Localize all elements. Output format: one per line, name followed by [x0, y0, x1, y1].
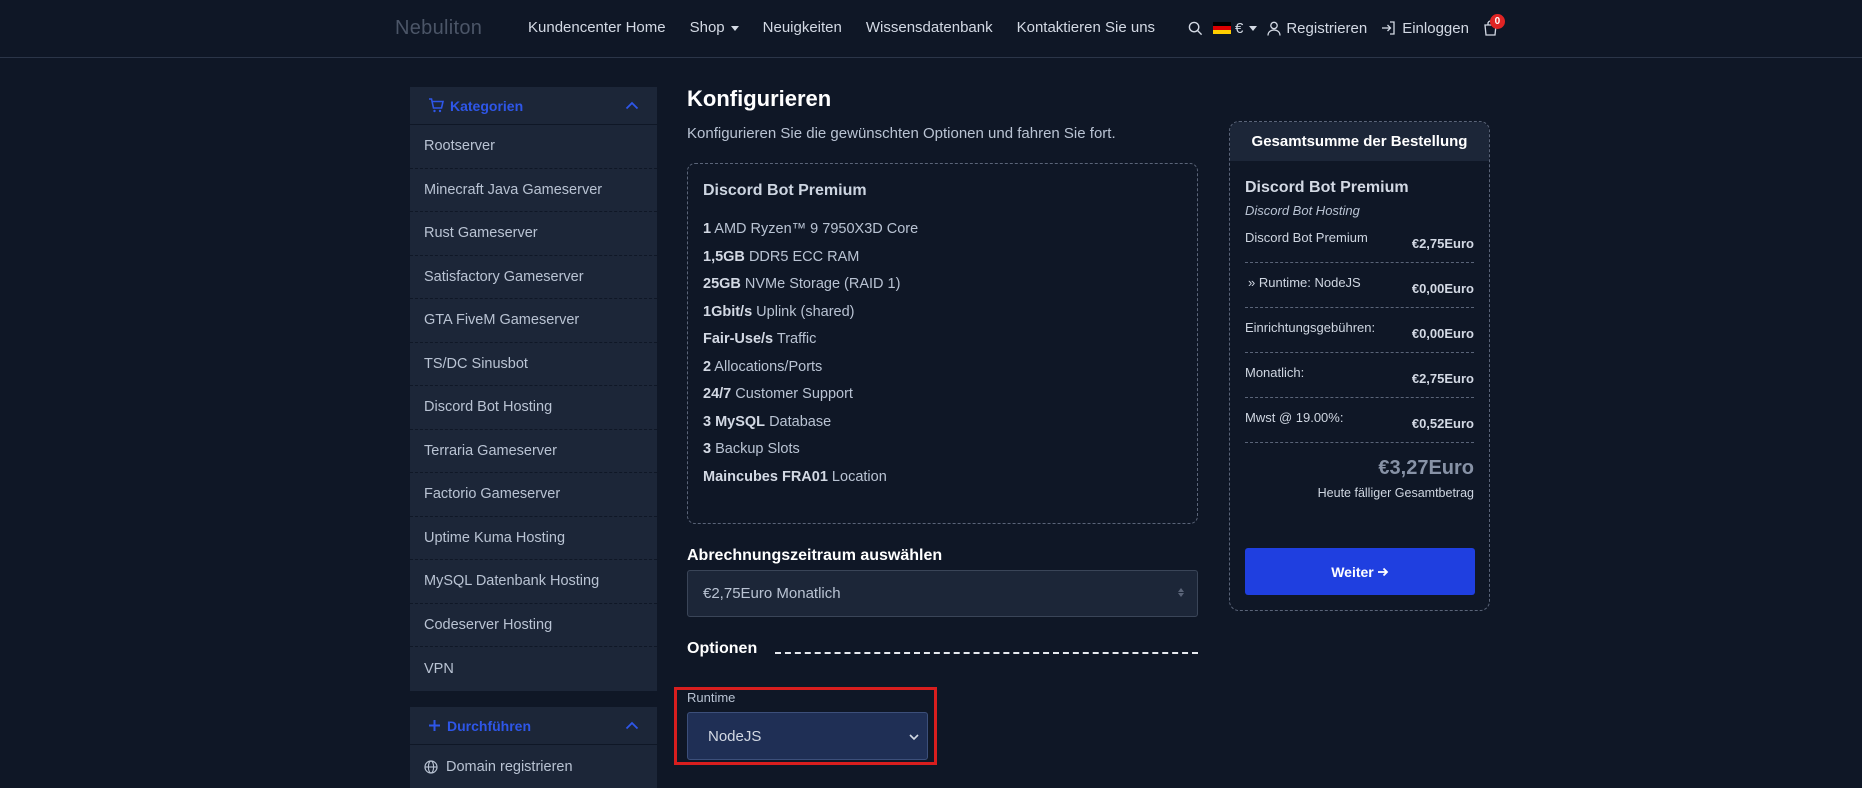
continue-button[interactable]: Weiter	[1245, 548, 1475, 595]
actions-panel-header[interactable]: Durchführen	[410, 707, 657, 745]
flag-de-icon	[1213, 22, 1231, 34]
total-caption: Heute fälliger Gesamtbetrag	[1317, 486, 1474, 500]
page-subtitle: Konfigurieren Sie die gewünschten Option…	[687, 125, 1116, 142]
feature-item: Fair-Use/s Traffic	[703, 331, 817, 347]
nav-links: Kundencenter Home Shop Neuigkeiten Wisse…	[528, 19, 1179, 36]
nav-link-knowledgebase[interactable]: Wissensdatenbank	[866, 19, 993, 36]
sidebar-item-satisfactory[interactable]: Satisfactory Gameserver	[410, 256, 657, 299]
chevron-down-icon	[730, 25, 739, 31]
summary-rows: Discord Bot Premium €2,75Euro » Runtime: …	[1230, 218, 1489, 443]
categories-list: Rootserver Minecraft Java Gameserver Rus…	[410, 125, 657, 691]
sidebar-item-fivem[interactable]: GTA FiveM Gameserver	[410, 299, 657, 343]
feature-item: 1Gbit/s Uplink (shared)	[703, 303, 855, 320]
order-summary-title: Gesamtsumme der Bestellung	[1230, 122, 1489, 161]
plus-icon	[429, 720, 440, 731]
sidebar-item-discord-bot[interactable]: Discord Bot Hosting	[410, 386, 657, 430]
nav-link-shop[interactable]: Shop	[690, 19, 739, 36]
cart-icon	[429, 98, 444, 113]
sidebar-item-rootserver[interactable]: Rootserver	[410, 125, 657, 169]
summary-row: » Runtime: NodeJS €0,00Euro	[1245, 263, 1474, 308]
cart-count-badge: 0	[1489, 14, 1505, 29]
summary-total: €3,27Euro Heute fälliger Gesamtbetrag	[1230, 443, 1489, 500]
register-label: Registrieren	[1286, 19, 1368, 37]
summary-row: Monatlich: €2,75Euro	[1245, 353, 1474, 398]
arrow-right-icon	[1377, 567, 1389, 576]
product-name: Discord Bot Premium	[703, 182, 867, 199]
sidebar-item-vpn[interactable]: VPN	[410, 647, 657, 691]
login-label: Einloggen	[1402, 19, 1469, 37]
sidebar-item-terraria[interactable]: Terraria Gameserver	[410, 430, 657, 473]
categories-title: Kategorien	[450, 97, 524, 114]
sidebar-item-uptime-kuma[interactable]: Uptime Kuma Hosting	[410, 517, 657, 560]
categories-panel: Kategorien Rootserver Minecraft Java Gam…	[410, 87, 657, 691]
billing-cycle-value: €2,75Euro Monatlich	[703, 585, 841, 602]
feature-item: 1 AMD Ryzen™ 9 7950X3D Core	[703, 221, 919, 237]
sidebar-item-sinusbot[interactable]: TS/DC Sinusbot	[410, 343, 657, 386]
feature-item: 25GB NVMe Storage (RAID 1)	[703, 276, 901, 292]
total-amount: €3,27Euro	[1378, 457, 1474, 479]
order-summary: Gesamtsumme der Bestellung Discord Bot P…	[1229, 121, 1490, 611]
sidebar-item-register-domain[interactable]: Domain registrieren	[410, 745, 657, 788]
summary-product-name: Discord Bot Premium	[1245, 179, 1409, 196]
options-divider	[775, 652, 1198, 654]
chevron-up-icon[interactable]	[625, 101, 639, 110]
highlight-box	[674, 687, 937, 765]
nav-link-home[interactable]: Kundencenter Home	[528, 19, 666, 36]
nav-link-shop-label: Shop	[689, 19, 725, 36]
login-link[interactable]: Einloggen	[1381, 20, 1469, 37]
user-icon	[1267, 21, 1281, 36]
select-arrows-icon	[1177, 587, 1185, 598]
billing-cycle-title: Abrechnungszeitraum auswählen	[687, 547, 943, 564]
page-title: Konfigurieren	[687, 86, 832, 111]
search-icon[interactable]	[1188, 21, 1203, 36]
feature-item: 3 Backup Slots	[703, 441, 800, 457]
top-navbar: Nebuliton Kundencenter Home Shop Neuigke…	[0, 0, 1862, 58]
sidebar-item-factorio[interactable]: Factorio Gameserver	[410, 473, 657, 517]
categories-panel-header[interactable]: Kategorien	[410, 87, 657, 125]
nav-link-news[interactable]: Neuigkeiten	[763, 19, 842, 36]
product-features: 1 AMD Ryzen™ 9 7950X3D Core 1,5GB DDR5 E…	[703, 216, 1182, 491]
feature-item: 2 Allocations/Ports	[703, 358, 823, 375]
options-title: Optionen	[687, 640, 758, 657]
globe-icon	[424, 760, 438, 774]
summary-product: Discord Bot Premium Discord Bot Hosting	[1230, 161, 1489, 218]
sidebar-item-minecraft[interactable]: Minecraft Java Gameserver	[410, 169, 657, 212]
product-info-box: Discord Bot Premium 1 AMD Ryzen™ 9 7950X…	[687, 163, 1198, 524]
actions-title: Durchführen	[447, 717, 531, 734]
brand-logo[interactable]: Nebuliton	[395, 17, 482, 40]
currency-selector[interactable]: €	[1213, 19, 1258, 37]
feature-item: 24/7 Customer Support	[703, 386, 853, 402]
cart-button[interactable]: 0	[1483, 14, 1505, 36]
register-link[interactable]: Registrieren	[1267, 20, 1367, 37]
summary-product-group: Discord Bot Hosting	[1245, 203, 1360, 218]
feature-item: Maincubes FRA01 Location	[703, 468, 887, 485]
nav-link-contact[interactable]: Kontaktieren Sie uns	[1017, 19, 1155, 36]
register-domain-label: Domain registrieren	[446, 758, 573, 775]
sidebar-item-mysql[interactable]: MySQL Datenbank Hosting	[410, 560, 657, 604]
feature-item: 3 MySQL Database	[703, 413, 832, 430]
continue-label: Weiter	[1331, 563, 1374, 580]
summary-row: Einrichtungsgebühren: €0,00Euro	[1245, 308, 1474, 353]
summary-row: Discord Bot Premium €2,75Euro	[1245, 218, 1474, 263]
login-icon	[1382, 21, 1395, 35]
billing-cycle-select[interactable]: €2,75Euro Monatlich	[687, 570, 1198, 617]
sidebar-item-codeserver[interactable]: Codeserver Hosting	[410, 604, 657, 647]
chevron-down-icon	[1249, 25, 1258, 31]
feature-item: 1,5GB DDR5 ECC RAM	[703, 248, 860, 265]
sidebar-item-rust[interactable]: Rust Gameserver	[410, 212, 657, 256]
nav-right: € Registrieren Einloggen 0	[1188, 14, 1505, 39]
actions-panel: Durchführen Domain registrieren	[410, 707, 657, 788]
chevron-up-icon[interactable]	[625, 721, 639, 730]
currency-label: €	[1235, 19, 1244, 37]
summary-row: Mwst @ 19.00%: €0,52Euro	[1245, 398, 1474, 443]
